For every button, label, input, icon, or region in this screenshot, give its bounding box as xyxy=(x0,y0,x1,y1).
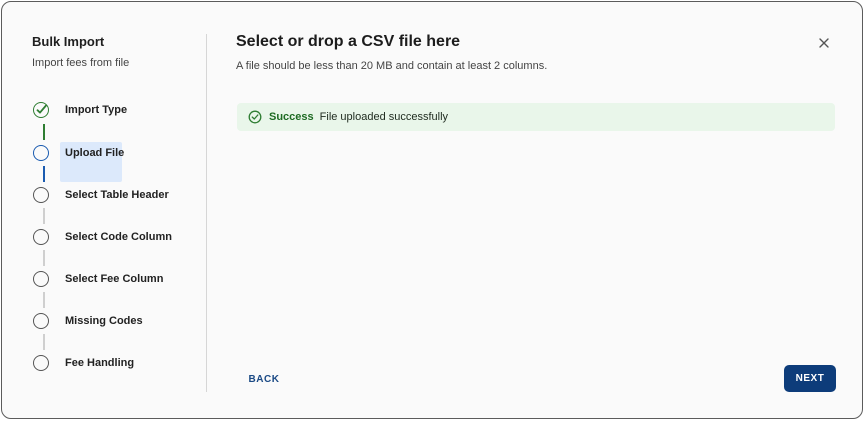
step-active-icon xyxy=(33,145,49,161)
step-pending-icon xyxy=(33,313,49,329)
step-select-fee-column[interactable]: Select Fee Column xyxy=(33,268,163,290)
step-connector xyxy=(43,208,45,224)
page-subtitle: A file should be less than 20 MB and con… xyxy=(236,60,548,72)
page-title: Select or drop a CSV file here xyxy=(236,33,461,50)
back-button[interactable]: BACK xyxy=(238,366,290,392)
step-label: Upload File xyxy=(65,147,125,159)
step-connector xyxy=(43,250,45,266)
sidebar-divider xyxy=(206,34,207,392)
sidebar-title: Bulk Import xyxy=(32,34,105,49)
step-label: Select Code Column xyxy=(65,231,172,243)
step-label: Fee Handling xyxy=(65,357,135,369)
step-pending-icon xyxy=(33,187,49,203)
step-label: Import Type xyxy=(65,104,128,116)
step-label: Select Fee Column xyxy=(65,273,164,285)
close-button[interactable] xyxy=(816,35,832,51)
step-complete-icon xyxy=(33,102,49,118)
step-pending-icon xyxy=(33,271,49,287)
step-pending-icon xyxy=(33,355,49,371)
step-connector xyxy=(43,124,45,140)
check-circle-icon xyxy=(248,110,262,124)
step-label: Missing Codes xyxy=(65,315,143,327)
step-select-code-column[interactable]: Select Code Column xyxy=(33,226,172,248)
step-connector xyxy=(43,292,45,308)
next-button[interactable]: NEXT xyxy=(784,365,836,392)
alert-title: Success xyxy=(269,111,314,123)
step-label: Select Table Header xyxy=(65,189,169,201)
success-alert: Success File uploaded successfully xyxy=(237,103,835,131)
close-icon xyxy=(819,38,829,48)
sidebar-subtitle: Import fees from file xyxy=(32,57,130,69)
bulk-import-dialog: Bulk Import Import fees from file Import… xyxy=(1,1,863,419)
step-upload-file[interactable]: Upload File xyxy=(33,142,124,164)
step-pending-icon xyxy=(33,229,49,245)
step-connector xyxy=(43,166,45,182)
step-missing-codes[interactable]: Missing Codes xyxy=(33,310,143,332)
step-select-table-header[interactable]: Select Table Header xyxy=(33,184,169,206)
step-import-type[interactable]: Import Type xyxy=(33,99,127,121)
step-fee-handling[interactable]: Fee Handling xyxy=(33,352,134,374)
step-connector xyxy=(43,334,45,350)
alert-message: File uploaded successfully xyxy=(319,111,449,123)
